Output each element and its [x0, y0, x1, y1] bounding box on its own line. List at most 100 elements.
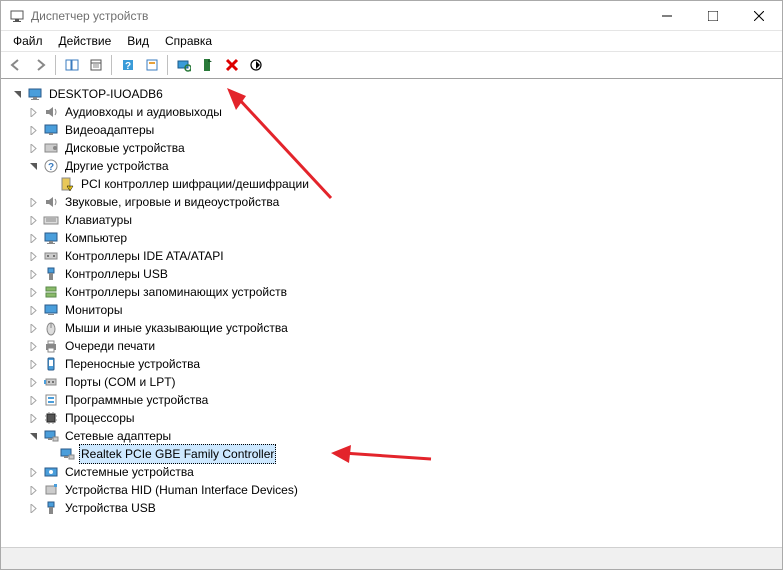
node-label: Устройства USB: [63, 499, 158, 517]
node-label: Порты (COM и LPT): [63, 373, 178, 391]
node-label: Процессоры: [63, 409, 137, 427]
svg-text:!: !: [69, 186, 70, 192]
app-icon: [9, 8, 25, 24]
keyboard-icon: [43, 212, 59, 228]
tree-category[interactable]: Видеоадаптеры: [9, 121, 778, 139]
node-label: Дисковые устройства: [63, 139, 187, 157]
uninstall-button[interactable]: [220, 54, 243, 76]
tree-category[interactable]: Порты (COM и LPT): [9, 373, 778, 391]
node-label: Аудиовходы и аудиовыходы: [63, 103, 224, 121]
storage-icon: [43, 284, 59, 300]
expand-icon[interactable]: [25, 302, 41, 318]
tree-category[interactable]: Аудиовходы и аудиовыходы: [9, 103, 778, 121]
add-legacy-button[interactable]: [196, 54, 219, 76]
svg-text:?: ?: [124, 61, 130, 72]
expand-icon[interactable]: [25, 356, 41, 372]
tree-category[interactable]: Программные устройства: [9, 391, 778, 409]
expand-icon[interactable]: [25, 266, 41, 282]
tree-category[interactable]: Контроллеры IDE ATA/ATAPI: [9, 247, 778, 265]
node-label: Системные устройства: [63, 463, 196, 481]
back-button[interactable]: [4, 54, 27, 76]
expand-icon[interactable]: [25, 500, 41, 516]
tree-category[interactable]: Дисковые устройства: [9, 139, 778, 157]
expand-icon[interactable]: [25, 194, 41, 210]
update-driver-button[interactable]: [244, 54, 267, 76]
tree-category[interactable]: Устройства USB: [9, 499, 778, 517]
computer-icon: [43, 230, 59, 246]
cpu-icon: [43, 410, 59, 426]
tree-category[interactable]: Компьютер: [9, 229, 778, 247]
close-button[interactable]: [736, 1, 782, 30]
monitor-icon: [43, 302, 59, 318]
node-label: PCI контроллер шифрации/дешифрации: [79, 175, 311, 193]
tree-category[interactable]: Процессоры: [9, 409, 778, 427]
maximize-button[interactable]: [690, 1, 736, 30]
expand-icon[interactable]: [25, 320, 41, 336]
minimize-button[interactable]: [644, 1, 690, 30]
menu-view[interactable]: Вид: [119, 32, 157, 50]
computer-icon: [27, 86, 43, 102]
device-tree[interactable]: DESKTOP-IUOADB6Аудиовходы и аудиовыходыВ…: [1, 79, 782, 547]
collapse-icon[interactable]: [25, 158, 41, 174]
menu-action[interactable]: Действие: [51, 32, 120, 50]
menu-help[interactable]: Справка: [157, 32, 220, 50]
action-button[interactable]: [140, 54, 163, 76]
expand-icon[interactable]: [25, 464, 41, 480]
tree-category[interactable]: Контроллеры запоминающих устройств: [9, 283, 778, 301]
expand-icon[interactable]: [25, 230, 41, 246]
tree-category[interactable]: Системные устройства: [9, 463, 778, 481]
warn-icon: !: [59, 176, 75, 192]
collapse-icon[interactable]: [9, 86, 25, 102]
node-label: Клавиатуры: [63, 211, 134, 229]
tree-category[interactable]: ?Другие устройства: [9, 157, 778, 175]
expand-icon[interactable]: [25, 482, 41, 498]
tree-device[interactable]: Realtek PCIe GBE Family Controller: [9, 445, 778, 463]
disk-icon: [43, 140, 59, 156]
node-label: Контроллеры USB: [63, 265, 170, 283]
tree-root[interactable]: DESKTOP-IUOADB6: [9, 85, 778, 103]
usb-icon: [43, 500, 59, 516]
menubar: Файл Действие Вид Справка: [1, 31, 782, 51]
menu-file[interactable]: Файл: [5, 32, 51, 50]
node-label: Мыши и иные указывающие устройства: [63, 319, 290, 337]
expand-icon[interactable]: [25, 338, 41, 354]
node-label: Realtek PCIe GBE Family Controller: [79, 444, 276, 464]
expand-icon[interactable]: [25, 410, 41, 426]
toolbar: ?: [1, 51, 782, 79]
forward-button[interactable]: [28, 54, 51, 76]
tree-category[interactable]: Сетевые адаптеры: [9, 427, 778, 445]
tree-category[interactable]: Клавиатуры: [9, 211, 778, 229]
expand-icon[interactable]: [25, 392, 41, 408]
tree-category[interactable]: Контроллеры USB: [9, 265, 778, 283]
tree-category[interactable]: Звуковые, игровые и видеоустройства: [9, 193, 778, 211]
expand-icon[interactable]: [25, 122, 41, 138]
usb-icon: [43, 266, 59, 282]
expand-icon[interactable]: [25, 212, 41, 228]
expand-icon[interactable]: [25, 248, 41, 264]
collapse-icon[interactable]: [25, 428, 41, 444]
tree-category[interactable]: Очереди печати: [9, 337, 778, 355]
tree-category[interactable]: Мониторы: [9, 301, 778, 319]
audio-icon: [43, 104, 59, 120]
help-button[interactable]: ?: [116, 54, 139, 76]
expand-icon[interactable]: [25, 140, 41, 156]
show-hide-tree-button[interactable]: [60, 54, 83, 76]
scan-hardware-button[interactable]: [172, 54, 195, 76]
software-icon: [43, 392, 59, 408]
node-label: DESKTOP-IUOADB6: [47, 85, 165, 103]
toolbar-separator: [111, 55, 112, 75]
node-label: Мониторы: [63, 301, 124, 319]
node-label: Переносные устройства: [63, 355, 202, 373]
unknown-icon: ?: [43, 158, 59, 174]
expand-icon[interactable]: [25, 284, 41, 300]
printer-icon: [43, 338, 59, 354]
properties-button[interactable]: [84, 54, 107, 76]
tree-category[interactable]: Переносные устройства: [9, 355, 778, 373]
node-label: Очереди печати: [63, 337, 157, 355]
expand-icon[interactable]: [25, 104, 41, 120]
tree-category[interactable]: Мыши и иные указывающие устройства: [9, 319, 778, 337]
port-icon: [43, 374, 59, 390]
tree-device[interactable]: ! PCI контроллер шифрации/дешифрации: [9, 175, 778, 193]
expand-icon[interactable]: [25, 374, 41, 390]
tree-category[interactable]: Устройства HID (Human Interface Devices): [9, 481, 778, 499]
